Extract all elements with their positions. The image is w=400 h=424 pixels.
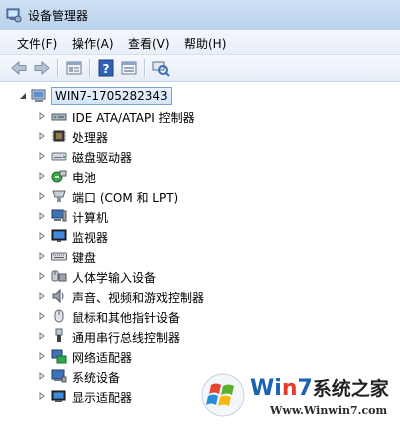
tree-item-label: 监视器	[72, 231, 109, 245]
collapsed-triangle-icon[interactable]	[38, 172, 46, 180]
watermark: Win7系统之家 Www.Winwin7.com	[200, 368, 400, 424]
keyboard-icon	[51, 252, 67, 261]
watermark-brand: Win7系统之家	[250, 374, 389, 401]
collapsed-triangle-icon[interactable]	[38, 192, 46, 200]
monitor-icon	[51, 229, 67, 242]
toolbar-separator	[57, 59, 59, 77]
collapsed-triangle-icon[interactable]	[38, 252, 46, 260]
tree-item-monitor[interactable]: 监视器	[0, 226, 400, 246]
back-icon[interactable]	[9, 58, 29, 78]
tree-item-label: 端口 (COM 和 LPT)	[72, 191, 179, 205]
tree-item-label: 显示适配器	[72, 391, 133, 405]
tree-item-label: IDE ATA/ATAPI 控制器	[72, 111, 195, 125]
tree-item-network[interactable]: 网络适配器	[0, 346, 400, 366]
hid-icon	[51, 270, 67, 282]
watermark-url: Www.Winwin7.com	[270, 404, 388, 417]
collapsed-triangle-icon[interactable]	[38, 272, 46, 280]
tree-item-processor[interactable]: 处理器	[0, 126, 400, 146]
collapsed-triangle-icon[interactable]	[38, 312, 46, 320]
menu-view[interactable]: 查看(V)	[128, 35, 170, 52]
tree-item-label: 电池	[72, 171, 97, 185]
network-icon	[51, 349, 67, 364]
tree-item-label: 系统设备	[72, 371, 121, 385]
tree-item-disk-drive[interactable]: 磁盘驱动器	[0, 146, 400, 166]
svg-text:?: ?	[103, 62, 110, 76]
toolbar: ?	[0, 55, 400, 82]
view-icon[interactable]	[119, 58, 139, 78]
collapsed-triangle-icon[interactable]	[38, 392, 46, 400]
tree-root[interactable]: WIN7-1705282343	[0, 86, 400, 106]
toolbar-separator	[144, 59, 146, 77]
toolbar-separator	[89, 59, 91, 77]
device-manager-icon	[6, 8, 22, 23]
collapsed-triangle-icon[interactable]	[38, 332, 46, 340]
tree-item-label: 磁盘驱动器	[72, 151, 133, 165]
collapsed-triangle-icon[interactable]	[38, 292, 46, 300]
tree-item-label: 键盘	[72, 251, 97, 265]
disk-drive-icon	[51, 152, 67, 161]
tree-item-label: 人体学输入设备	[72, 271, 157, 285]
watermark-brand-7: 7	[297, 376, 313, 401]
display-adapter-icon	[51, 390, 66, 402]
tree-item-keyboard[interactable]: 键盘	[0, 246, 400, 266]
tree-item-battery[interactable]: 电池	[0, 166, 400, 186]
tree-item-sound[interactable]: 声音、视频和游戏控制器	[0, 286, 400, 306]
collapsed-triangle-icon[interactable]	[38, 112, 46, 120]
tree-root-label[interactable]: WIN7-1705282343	[51, 87, 172, 105]
tree-item-computer[interactable]: 计算机	[0, 206, 400, 226]
tree-item-label: 通用串行总线控制器	[72, 331, 181, 345]
tree-item-label: 声音、视频和游戏控制器	[72, 291, 205, 305]
mouse-icon	[54, 309, 64, 323]
menu-action[interactable]: 操作(A)	[72, 35, 114, 52]
tree-item-usb[interactable]: 通用串行总线控制器	[0, 326, 400, 346]
tree-item-port[interactable]: 端口 (COM 和 LPT)	[0, 186, 400, 206]
tree-item-ide-controller[interactable]: IDE ATA/ATAPI 控制器	[0, 106, 400, 126]
collapsed-triangle-icon[interactable]	[38, 372, 46, 380]
properties-icon[interactable]	[64, 58, 84, 78]
collapsed-triangle-icon[interactable]	[38, 352, 46, 360]
menu-bar: 文件(F) 操作(A) 查看(V) 帮助(H)	[0, 30, 400, 55]
device-manager-window: 设备管理器 文件(F) 操作(A) 查看(V) 帮助(H) ? WIN7-170…	[0, 0, 400, 424]
scan-hardware-icon[interactable]	[151, 58, 171, 78]
sound-icon	[52, 288, 64, 304]
tree-item-label: 鼠标和其他指针设备	[72, 311, 181, 325]
help-icon[interactable]: ?	[96, 58, 116, 78]
menu-file[interactable]: 文件(F)	[17, 35, 57, 52]
title-bar[interactable]: 设备管理器	[0, 0, 400, 30]
menu-help[interactable]: 帮助(H)	[184, 35, 226, 52]
expanded-triangle-icon[interactable]	[19, 92, 27, 100]
tree-item-label: 计算机	[72, 211, 109, 225]
ide-controller-icon	[51, 113, 67, 121]
watermark-brand-n: n	[281, 376, 298, 401]
system-device-icon	[51, 369, 67, 383]
computer-icon	[51, 209, 67, 222]
forward-icon[interactable]	[32, 58, 52, 78]
computer-icon	[31, 89, 46, 102]
watermark-brand-suffix: 系统之家	[312, 378, 389, 400]
windows-logo-icon	[201, 373, 245, 417]
tree-item-label: 处理器	[72, 131, 109, 145]
watermark-brand-prefix: Wi	[250, 376, 282, 401]
collapsed-triangle-icon[interactable]	[38, 232, 46, 240]
collapsed-triangle-icon[interactable]	[38, 152, 46, 160]
tree-item-label: 网络适配器	[72, 351, 133, 365]
processor-icon	[52, 130, 66, 142]
collapsed-triangle-icon[interactable]	[38, 212, 46, 220]
usb-icon	[55, 328, 63, 342]
window-title: 设备管理器	[28, 9, 89, 23]
port-icon	[52, 190, 66, 202]
battery-icon	[51, 170, 67, 183]
collapsed-triangle-icon[interactable]	[38, 132, 46, 140]
tree-item-hid[interactable]: 人体学输入设备	[0, 266, 400, 286]
tree-item-mouse[interactable]: 鼠标和其他指针设备	[0, 306, 400, 326]
